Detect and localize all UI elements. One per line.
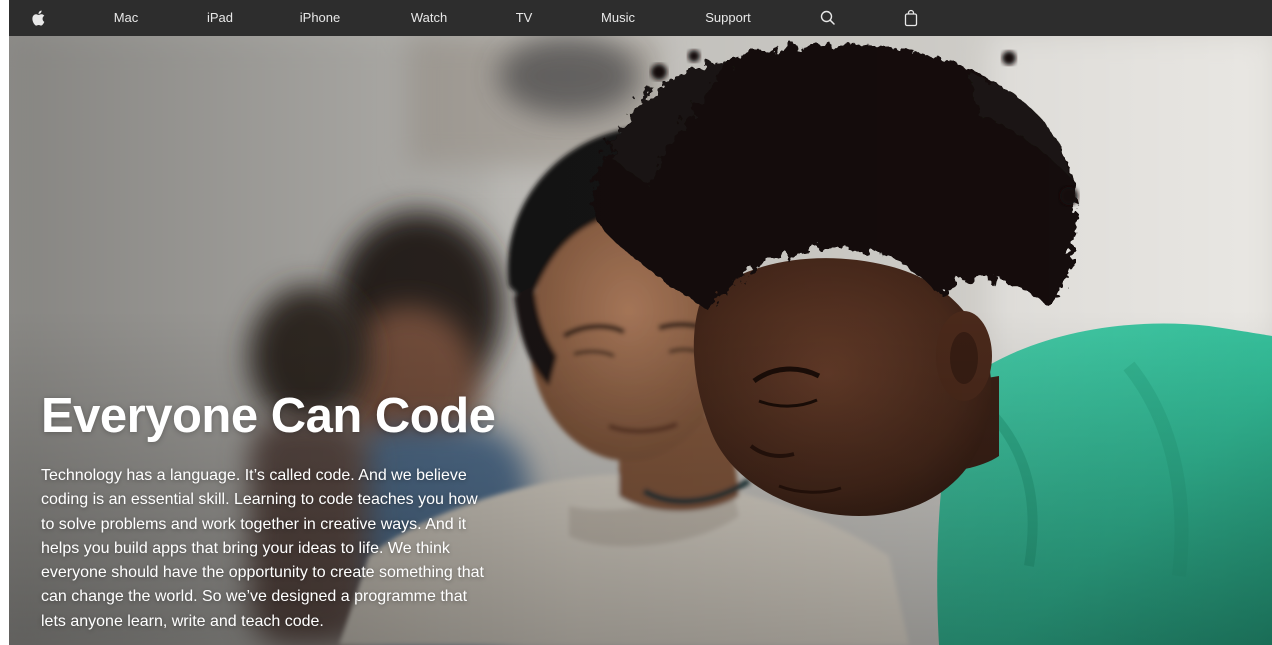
page-edge xyxy=(0,213,9,645)
nav-item-tv[interactable]: TV xyxy=(516,0,533,36)
nav-item-watch[interactable]: Watch xyxy=(411,0,447,36)
hero-body-text: Technology has a language. It’s called c… xyxy=(41,467,484,630)
hero-title: Everyone Can Code xyxy=(41,389,496,443)
search-icon[interactable] xyxy=(818,8,838,28)
nav-item-iphone[interactable]: iPhone xyxy=(300,0,340,36)
nav-item-support[interactable]: Support xyxy=(705,0,751,36)
global-nav: Mac iPad iPhone Watch TV Music Support xyxy=(9,0,1272,36)
hero-section: Everyone Can Code Technology has a langu… xyxy=(9,36,1272,645)
nav-item-music[interactable]: Music xyxy=(601,0,635,36)
apple-logo-icon[interactable] xyxy=(29,8,49,28)
nav-item-ipad[interactable]: iPad xyxy=(207,0,233,36)
page: Mac iPad iPhone Watch TV Music Support E… xyxy=(0,0,1272,645)
nav-item-mac[interactable]: Mac xyxy=(114,0,139,36)
hero-copy: Everyone Can Code Technology has a langu… xyxy=(41,386,496,634)
shopping-bag-icon[interactable] xyxy=(901,8,921,28)
